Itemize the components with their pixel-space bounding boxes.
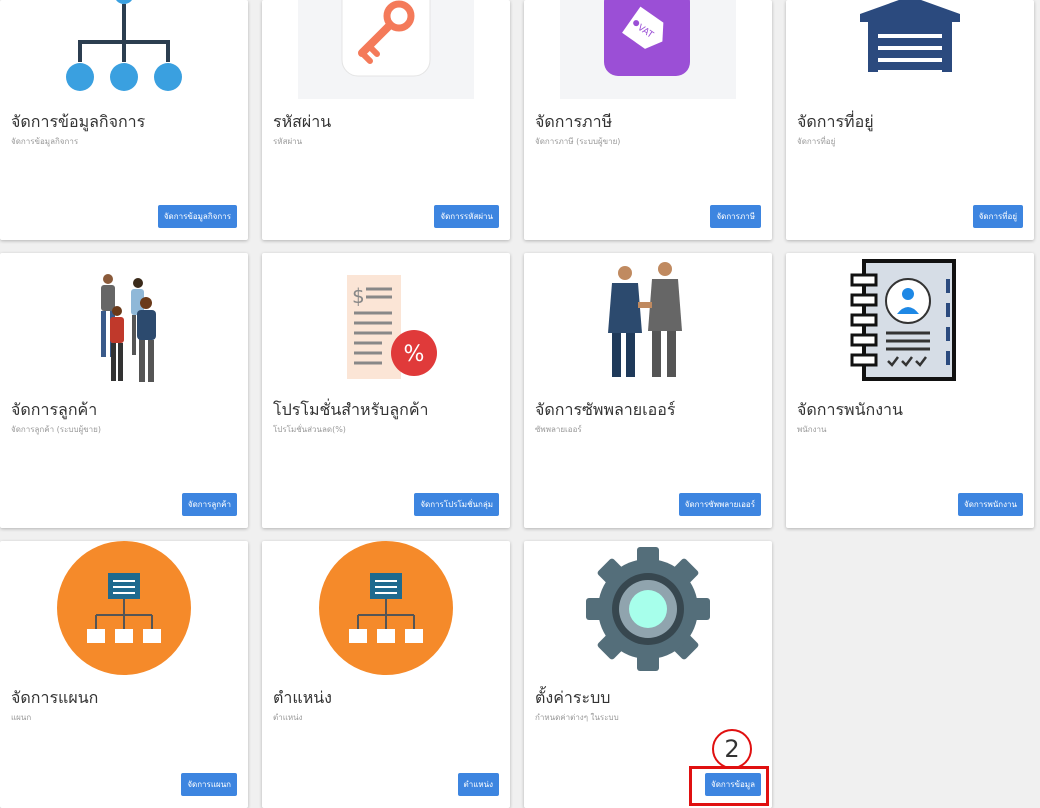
step-number-annotation: 2 xyxy=(712,729,752,769)
percent-label: % xyxy=(404,342,425,367)
card-title: จัดการภาษี xyxy=(535,112,613,131)
card-title: จัดการซัพพลายเออร์ xyxy=(535,400,676,419)
manage-employee-button[interactable]: จัดการพนักงาน xyxy=(958,493,1023,516)
card-title: จัดการแผนก xyxy=(11,688,99,707)
position-icon xyxy=(262,541,510,681)
card-business-info: จัดการข้อมูลกิจการ จัดการข้อมูลกิจการ จั… xyxy=(0,0,248,240)
card-title: จัดการลูกค้า xyxy=(11,400,98,419)
card-subtitle: กำหนดค่าต่างๆ ในระบบ xyxy=(535,713,619,722)
card-title: โปรโมชั่นสำหรับลูกค้า xyxy=(273,400,429,419)
manage-business-info-button[interactable]: จัดการข้อมูลกิจการ xyxy=(157,205,237,228)
manage-position-button[interactable]: ตำแหน่ง xyxy=(457,773,499,796)
manage-department-button[interactable]: จัดการแผนก xyxy=(181,773,237,796)
gear-icon xyxy=(524,541,772,681)
card-address: จัดการที่อยู่ จัดการที่อยู่ จัดการที่อยู… xyxy=(786,0,1034,240)
card-subtitle: พนักงาน xyxy=(797,425,827,434)
card-tax: VAT จัดการภาษี จัดการภาษี (ระบบผู้ขาย) จ… xyxy=(524,0,772,240)
card-subtitle: จัดการที่อยู่ xyxy=(797,137,836,146)
vat-tag-icon: VAT xyxy=(524,0,772,105)
card-title: ตำแหน่ง xyxy=(273,688,332,707)
manage-address-button[interactable]: จัดการที่อยู่ xyxy=(972,205,1023,228)
card-promotion: $ % โปรโมชั่นสำหรับลูกค้า โปรโมชั่นส่วนล… xyxy=(262,253,510,528)
card-subtitle: จัดการภาษี (ระบบผู้ขาย) xyxy=(535,137,621,146)
card-subtitle: โปรโมชั่นส่วนลด(%) xyxy=(273,425,346,434)
department-icon xyxy=(0,541,248,681)
card-employee: จัดการพนักงาน พนักงาน จัดการพนักงาน xyxy=(786,253,1034,528)
key-icon xyxy=(262,0,510,105)
card-password: รหัสผ่าน รหัสผ่าน จัดการรหัสผ่าน xyxy=(262,0,510,240)
card-title: จัดการพนักงาน xyxy=(797,400,903,419)
card-subtitle: แผนก xyxy=(11,713,32,722)
card-subtitle: จัดการข้อมูลกิจการ xyxy=(11,137,79,146)
card-position: ตำแหน่ง ตำแหน่ง ตำแหน่ง xyxy=(262,541,510,808)
org-chart-icon xyxy=(0,0,248,105)
manage-customers-button[interactable]: จัดการลูกค้า xyxy=(181,493,237,516)
manage-group-promotion-button[interactable]: จัดการโปรโมชั่นกลุ่ม xyxy=(414,493,499,516)
svg-text:$: $ xyxy=(352,284,365,308)
card-subtitle: ซัพพลายเออร์ xyxy=(535,425,582,434)
card-title: จัดการที่อยู่ xyxy=(797,112,874,131)
manage-password-button[interactable]: จัดการรหัสผ่าน xyxy=(434,205,499,228)
card-subtitle: ตำแหน่ง xyxy=(273,713,303,722)
card-title: ตั้งค่าระบบ xyxy=(535,688,611,707)
card-title: รหัสผ่าน xyxy=(273,112,332,131)
handshake-icon xyxy=(524,253,772,393)
card-customers: จัดการลูกค้า จัดการลูกค้า (ระบบผู้ขาย) จ… xyxy=(0,253,248,528)
card-supplier: จัดการซัพพลายเออร์ ซัพพลายเออร์ จัดการซั… xyxy=(524,253,772,528)
warehouse-icon xyxy=(786,0,1034,105)
card-title: จัดการข้อมูลกิจการ xyxy=(11,112,146,131)
highlight-box-annotation xyxy=(689,766,769,806)
employee-notebook-icon xyxy=(786,253,1034,393)
manage-tax-button[interactable]: จัดการภาษี xyxy=(710,205,761,228)
discount-receipt-icon: $ % xyxy=(262,253,510,393)
manage-supplier-button[interactable]: จัดการซัพพลายเออร์ xyxy=(678,493,761,516)
customers-icon xyxy=(0,253,248,393)
card-department: จัดการแผนก แผนก จัดการแผนก xyxy=(0,541,248,808)
card-subtitle: จัดการลูกค้า (ระบบผู้ขาย) xyxy=(11,425,101,434)
card-subtitle: รหัสผ่าน xyxy=(273,137,303,146)
